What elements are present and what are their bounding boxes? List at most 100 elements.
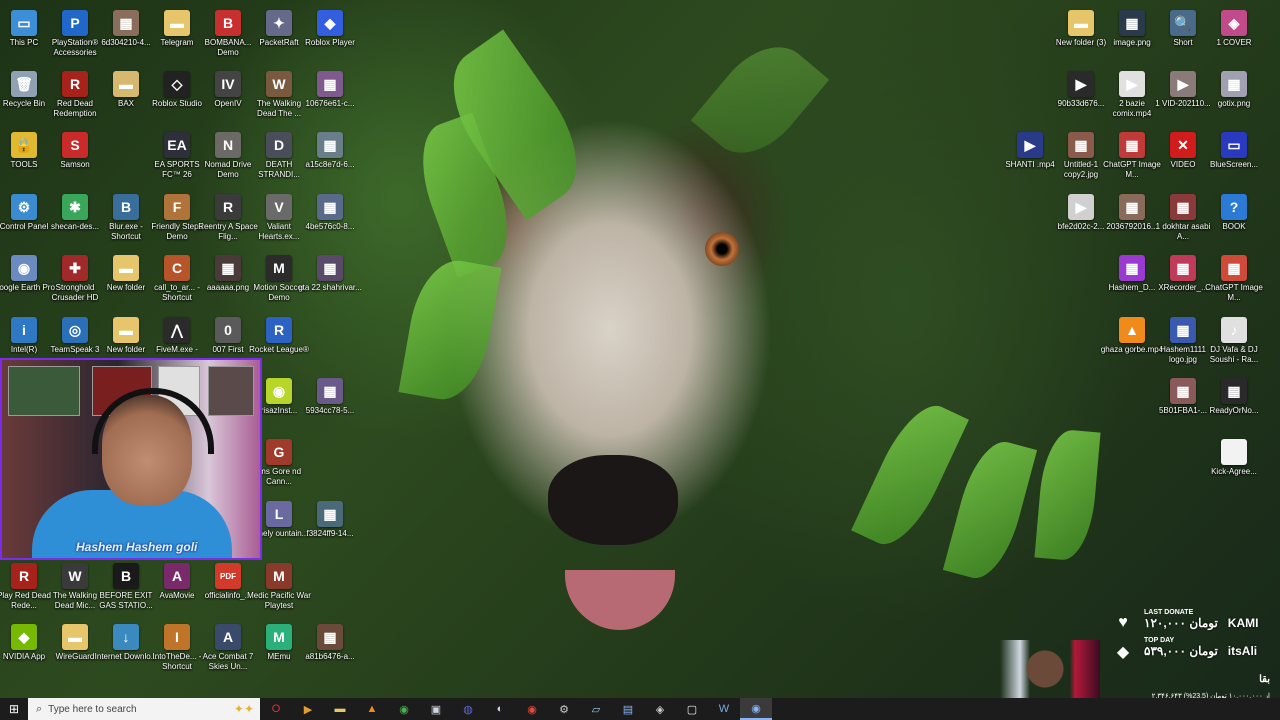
image-file-icon: ▦ bbox=[1221, 71, 1247, 97]
desktop-icon-label: DJ Vafa & DJ Soushi - Ra... bbox=[1209, 345, 1259, 364]
roblox-studio-icon: ◇ bbox=[164, 71, 190, 97]
desktop-icon-label: BlueScreen... bbox=[1209, 160, 1259, 169]
video-file-icon: ▶ bbox=[1068, 71, 1094, 97]
desktop-icon-label: 1 COVER bbox=[1216, 38, 1252, 47]
diamond-icon: ◆ bbox=[1116, 644, 1130, 661]
desktop-icon[interactable]: ▦ a15c8e7d-6... bbox=[298, 126, 362, 184]
teamspeak-icon: ◎ bbox=[62, 317, 88, 343]
top-day-name: itsAli bbox=[1227, 644, 1258, 658]
search-box[interactable]: ⌕ Type here to search ✦✦ bbox=[28, 698, 260, 720]
image-file-icon: ▦ bbox=[1119, 10, 1145, 36]
desktop-icon-label: 4be576c0-8... bbox=[305, 222, 355, 231]
desktop-icon[interactable]: ▦ a81b6476-a... bbox=[298, 618, 362, 676]
desktop-icon[interactable]: M Medic Pacific War Playtest bbox=[247, 557, 311, 615]
donation-goal: بقا ۲,۳۴۶,۶۴۳ از ۱۰,۰۰۰,۰۰۰ تومان (23.5%… bbox=[1110, 674, 1270, 700]
image-file-icon: ▦ bbox=[1221, 255, 1247, 281]
app-window-icon[interactable]: ▣ bbox=[420, 698, 452, 720]
game-icon: D bbox=[266, 132, 292, 158]
image-file-icon: ▦ bbox=[317, 132, 343, 158]
desktop-icon[interactable]: ▦ 5934cc78-5... bbox=[298, 372, 362, 430]
close-x-icon: ✕ bbox=[1170, 132, 1196, 158]
samson-icon: S bbox=[62, 132, 88, 158]
game-icon: R bbox=[215, 194, 241, 220]
desktop-icon-label: gotix.png bbox=[1217, 99, 1251, 108]
this-pc-icon: ▭ bbox=[11, 10, 37, 36]
messenger-icon[interactable]: ◍ bbox=[452, 698, 484, 720]
media-player-icon[interactable]: ▶ bbox=[292, 698, 324, 720]
image-file-icon: ▦ bbox=[1119, 132, 1145, 158]
rdr-icon: R bbox=[62, 71, 88, 97]
desktop-icon[interactable]: ▦ 10676e61-c... bbox=[298, 65, 362, 123]
desktop-icon[interactable]: ▦ ChatGPT Image M... bbox=[1202, 249, 1266, 307]
desktop-icon[interactable]: ▦ ReadyOrNo... bbox=[1202, 372, 1266, 430]
help-icon: ? bbox=[1221, 194, 1247, 220]
desktop-icon[interactable]: S Samson bbox=[43, 126, 107, 184]
image-file-icon: ▦ bbox=[317, 501, 343, 527]
bluescreen-icon: ▭ bbox=[1221, 132, 1247, 158]
wordpad-icon[interactable]: W bbox=[708, 698, 740, 720]
rdr-icon: R bbox=[11, 563, 37, 589]
window-icon[interactable]: ▢ bbox=[676, 698, 708, 720]
folder-icon: ▬ bbox=[113, 255, 139, 281]
opera-icon[interactable]: O bbox=[260, 698, 292, 720]
fivem-icon: ⋀ bbox=[164, 317, 190, 343]
app-window-icon[interactable]: ▤ bbox=[612, 698, 644, 720]
desktop-icon[interactable]: ▦ 4be576c0-8... bbox=[298, 188, 362, 246]
image-file-icon: ▦ bbox=[1170, 317, 1196, 343]
desktop-icon-label: ReadyOrNo... bbox=[1209, 406, 1259, 415]
goal-title: بقا bbox=[1259, 674, 1270, 685]
shecan-icon: ✱ bbox=[62, 194, 88, 220]
ea-fc-icon: EA bbox=[164, 132, 190, 158]
desktop-icon-label: a15c8e7d-6... bbox=[305, 160, 355, 169]
control-panel-icon: ⚙ bbox=[11, 194, 37, 220]
google-earth-icon: ◉ bbox=[11, 255, 37, 281]
game-icon: A bbox=[215, 624, 241, 650]
desktop-icon[interactable]: ? BOOK bbox=[1202, 188, 1266, 246]
blur-icon: B bbox=[113, 194, 139, 220]
vlc-icon[interactable]: ▲ bbox=[356, 698, 388, 720]
desktop-icon[interactable]: ◆ Roblox Player bbox=[298, 4, 362, 62]
video-file-icon: ▶ bbox=[1017, 132, 1043, 158]
top-day-title: TOP DAY bbox=[1144, 637, 1175, 644]
desktop-icon[interactable]: ♪ DJ Vafa & DJ Soushi - Ra... bbox=[1202, 311, 1266, 369]
desktop-icon[interactable]: ▦ gotix.png bbox=[1202, 65, 1266, 123]
desktop-icon[interactable]: ▦ gta 22 shahrivar... bbox=[298, 249, 362, 307]
memu-icon: M bbox=[266, 624, 292, 650]
settings-icon[interactable]: ⚙ bbox=[548, 698, 580, 720]
file-explorer-icon[interactable]: ▬ bbox=[324, 698, 356, 720]
notes-icon[interactable]: ▱ bbox=[580, 698, 612, 720]
taskbar-apps: O ▶ ▬ ▲ ◉ ▣ ◍ ◐ ◉ ⚙ ▱ ▤ ◈ ▢ W ◉ bbox=[260, 698, 772, 720]
donation-widget: ♥ LAST DONATE ۱۲۰,۰۰۰ تومان KAMI ◆ TOP D… bbox=[1112, 609, 1272, 666]
streamer-avatar bbox=[1000, 640, 1100, 698]
image-file-icon: ▦ bbox=[1170, 378, 1196, 404]
steam-icon[interactable]: ◐ bbox=[484, 698, 516, 720]
shield-icon[interactable]: ◈ bbox=[644, 698, 676, 720]
game-icon: V bbox=[266, 194, 292, 220]
desktop-icon[interactable]: ◈ 1 COVER bbox=[1202, 4, 1266, 62]
playstation-icon: P bbox=[62, 10, 88, 36]
folder-icon: ▬ bbox=[1068, 10, 1094, 36]
image-file-icon: ▦ bbox=[1119, 194, 1145, 220]
game-icon: N bbox=[215, 132, 241, 158]
active-app-icon[interactable]: ◉ bbox=[740, 698, 772, 720]
pdf-icon: PDF bbox=[215, 563, 241, 589]
desktop-icon[interactable]: Kick-Agree... bbox=[1202, 433, 1266, 491]
game-icon: G bbox=[266, 439, 292, 465]
video-file-icon: ▶ bbox=[1068, 194, 1094, 220]
game-icon: C bbox=[164, 255, 190, 281]
game-icon: M bbox=[266, 563, 292, 589]
chrome-icon[interactable]: ◉ bbox=[388, 698, 420, 720]
streamer-name: Hashem Hashem goli bbox=[76, 540, 198, 554]
desktop-icon[interactable]: ▭ BlueScreen... bbox=[1202, 126, 1266, 184]
windows-start-icon[interactable]: ⊞ bbox=[0, 698, 28, 720]
image-file-icon: ▦ bbox=[317, 71, 343, 97]
last-donate-amount: ۱۲۰,۰۰۰ تومان bbox=[1144, 616, 1218, 630]
chrome-icon[interactable]: ◉ bbox=[516, 698, 548, 720]
vlc-icon: ▲ bbox=[1119, 317, 1145, 343]
desktop-icon-label: gta 22 shahrivar... bbox=[298, 283, 362, 292]
avamovie-icon: A bbox=[164, 563, 190, 589]
game-icon: W bbox=[266, 71, 292, 97]
taskbar: ⊞ ⌕ Type here to search ✦✦ O ▶ ▬ ▲ ◉ ▣ ◍ ◐ ◉ ⚙ ▱ ▤ ◈… bbox=[0, 698, 1280, 720]
desktop-icon[interactable]: ▦ f3824ff9-14... bbox=[298, 495, 362, 553]
image-file-icon: ▦ bbox=[1170, 194, 1196, 220]
